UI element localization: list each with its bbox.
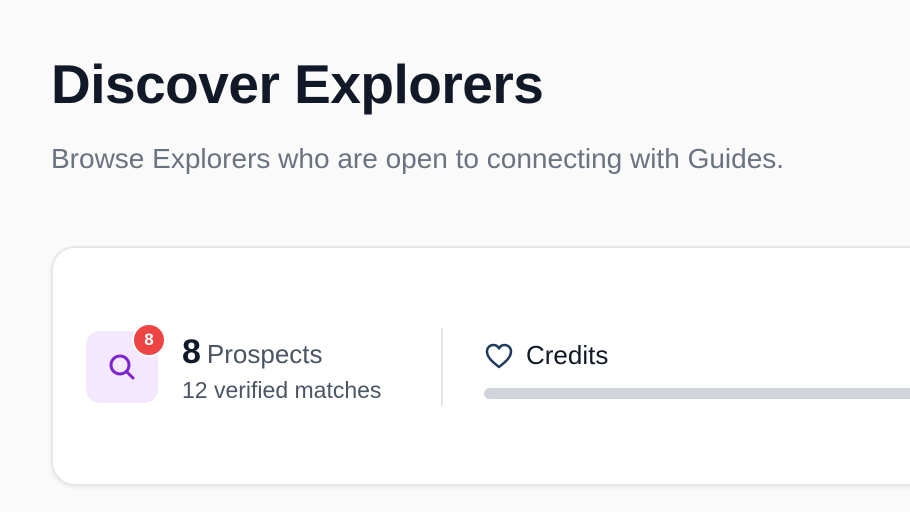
- page-subtitle: Browse Explorers who are open to connect…: [51, 143, 785, 174]
- heart-icon: [485, 343, 513, 368]
- prospects-count: 8: [182, 333, 201, 371]
- credits-progress-bar: [484, 388, 910, 399]
- page: Discover Explorers Browse Explorers who …: [0, 0, 910, 512]
- stats-card: 8 8 Prospects 12 verified matches Credits: [51, 246, 910, 486]
- search-icon: [109, 354, 135, 380]
- verified-matches-text: 12 verified matches: [182, 377, 382, 403]
- prospects-label: Prospects: [206, 339, 323, 369]
- prospects-summary: 8 Prospects: [182, 332, 323, 379]
- credits-header: Credits: [484, 340, 608, 371]
- stats-divider: [441, 328, 443, 406]
- notification-badge: 8: [132, 323, 166, 357]
- credits-label: Credits: [526, 340, 609, 370]
- page-title: Discover Explorers: [51, 53, 544, 115]
